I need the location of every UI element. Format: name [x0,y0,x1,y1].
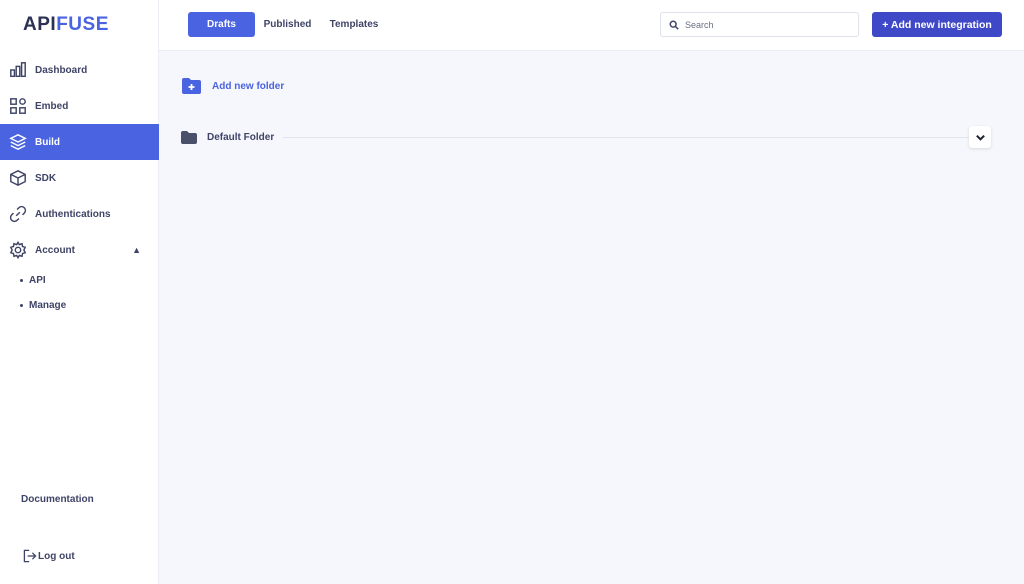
chevron-up-icon[interactable]: ▲ [132,245,141,255]
add-new-folder-button[interactable]: Add new folder [181,77,284,95]
subnav-item-label: API [29,275,46,286]
subnav-item-label: Manage [29,300,67,311]
folder-plus-icon [182,78,201,94]
sidebar-item-authentications[interactable]: Authentications [0,196,159,232]
tab-drafts[interactable]: Drafts [188,12,255,37]
account-subnav: API Manage [0,268,159,318]
logout-icon [23,549,37,563]
tab-templates[interactable]: Templates [325,12,383,37]
top-bar: Drafts Published Templates + Add new int… [159,0,1024,51]
folder-row: Default Folder [181,126,991,148]
sidebar: APIFUSE Dashboard Embed Build SDK Authen… [0,0,159,584]
logout-label: Log out [38,550,75,562]
sidebar-item-label: Build [35,136,60,148]
link-icon [8,204,28,224]
add-new-integration-button[interactable]: + Add new integration [872,12,1002,37]
box-icon [8,168,28,188]
apps-icon [8,96,28,116]
folder-name[interactable]: Default Folder [207,132,274,143]
sidebar-item-account[interactable]: Account ▲ [0,232,159,268]
apifuse-logo[interactable]: APIFUSE [23,14,109,36]
sidebar-item-label: Account [35,244,75,256]
subnav-item-api[interactable]: API [20,268,159,293]
sidebar-item-embed[interactable]: Embed [0,88,159,124]
sidebar-nav: Dashboard Embed Build SDK Authentication… [0,52,159,318]
sidebar-item-label: Authentications [35,208,111,220]
sidebar-item-build[interactable]: Build [0,124,159,160]
bullet-icon [20,279,23,282]
bullet-icon [20,304,23,307]
subnav-item-manage[interactable]: Manage [20,293,159,318]
logout-button[interactable]: Log out [22,548,75,564]
sidebar-item-dashboard[interactable]: Dashboard [0,52,159,88]
layers-icon [8,132,28,152]
chevron-down-icon [975,134,985,141]
folder-icon [181,130,197,144]
add-new-folder-label: Add new folder [212,80,285,92]
sidebar-item-sdk[interactable]: SDK [0,160,159,196]
search-icon [669,20,679,30]
sidebar-item-label: Dashboard [35,64,88,76]
gear-icon [8,240,28,260]
search-input[interactable] [685,19,845,30]
chart-icon [8,60,28,80]
folder-divider [283,136,969,138]
folder-expand-button[interactable] [969,126,991,148]
documentation-link[interactable]: Documentation [21,494,94,505]
sidebar-item-label: Embed [35,100,69,112]
search-box [660,12,859,37]
tab-published[interactable]: Published [260,12,315,37]
sidebar-item-label: SDK [35,172,57,184]
